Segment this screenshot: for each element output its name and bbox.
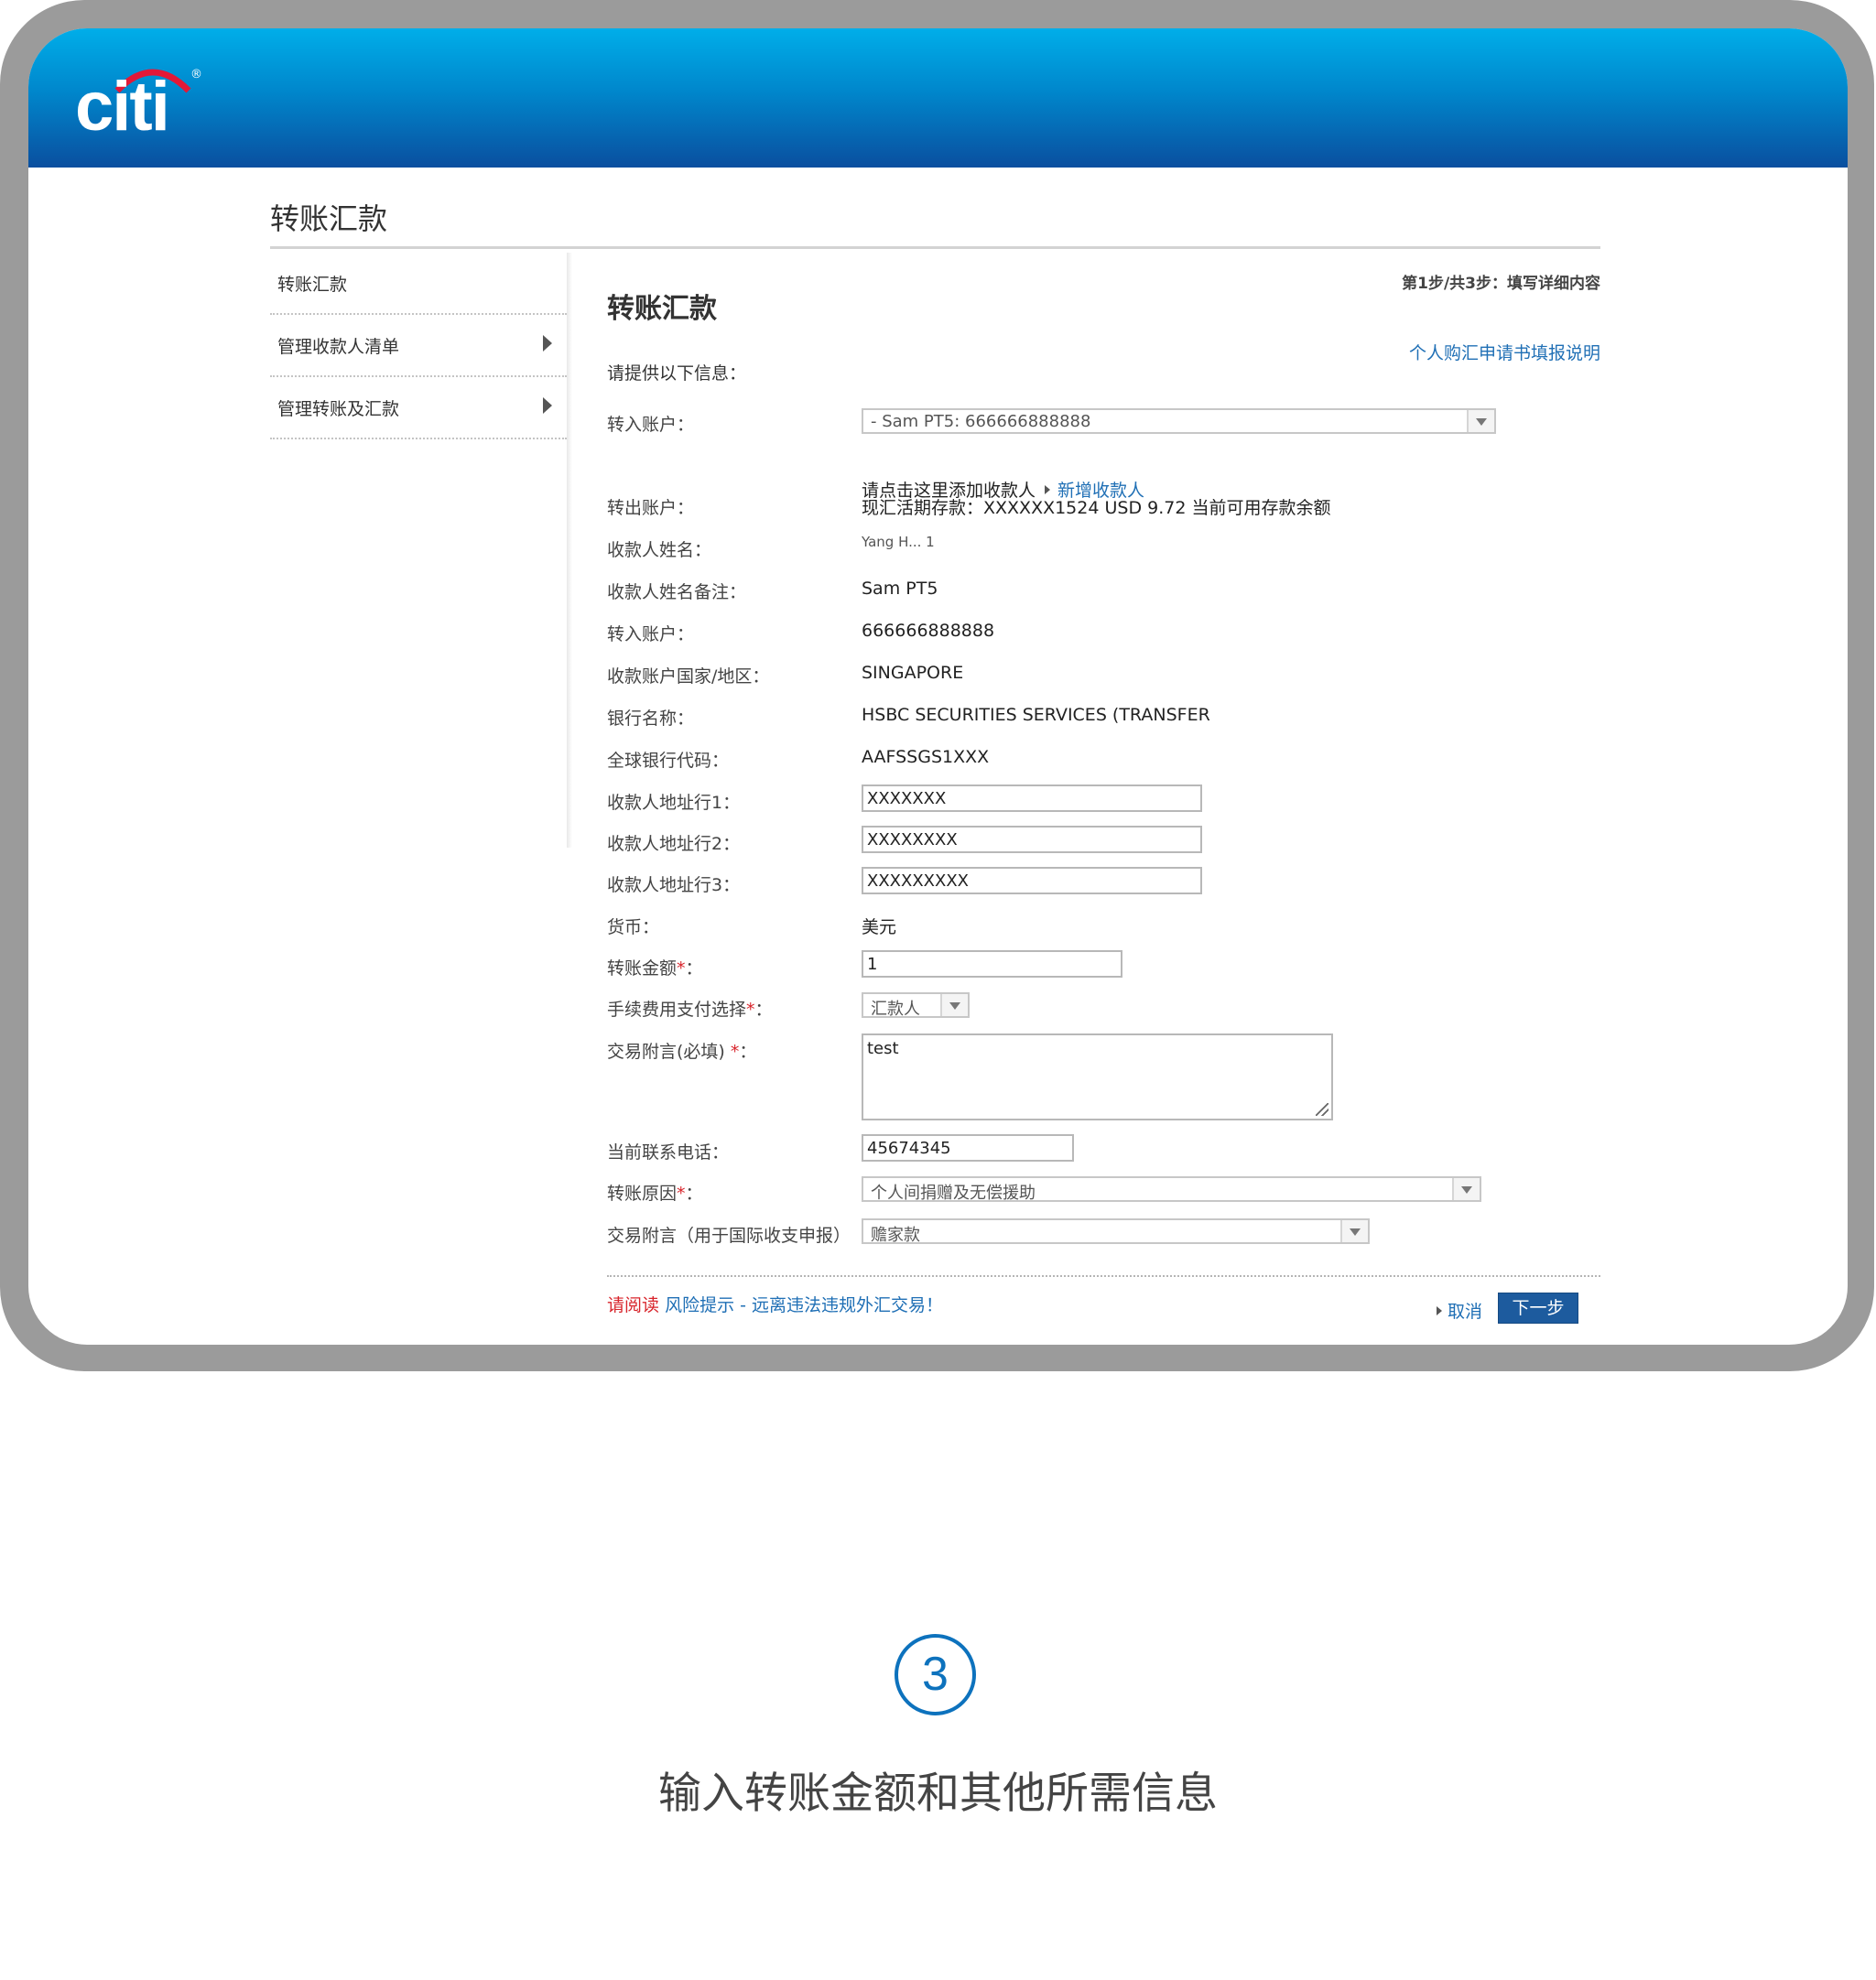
required-mark: * [746, 1000, 755, 1020]
chevron-right-icon [543, 397, 552, 414]
phone-input[interactable]: 45674345 [862, 1134, 1074, 1162]
citi-logo[interactable]: citi ® [75, 54, 203, 146]
input-value: XXXXXXXXX [867, 871, 969, 891]
sidebar-item-manage-payees[interactable]: 管理收款人清单 [270, 315, 567, 377]
swift-value: AAFSSGS1XXX [862, 747, 990, 767]
arrow-right-icon [1045, 485, 1051, 494]
bank-name-value: HSBC SECURITIES SERVICES (TRANSFER [862, 705, 1210, 725]
reason-label: 转账原因*： [607, 1180, 703, 1205]
address-line3-input[interactable]: XXXXXXXXX [862, 867, 1202, 894]
label-colon: ： [754, 1000, 773, 1020]
logo-registered-mark: ® [190, 68, 202, 81]
amount-input[interactable]: 1 [862, 950, 1122, 978]
logo-wordmark: citi [75, 68, 170, 146]
input-value: 1 [867, 955, 878, 974]
memo-textarea[interactable]: test [862, 1033, 1333, 1120]
next-step-button[interactable]: 下一步 [1498, 1293, 1578, 1324]
to-account-select[interactable]: - Sam PT5: 666666888888 [862, 408, 1496, 434]
step-indicator: 第1步/共3步：填写详细内容 [1402, 275, 1600, 293]
sidebar-item-label: 管理收款人清单 [277, 337, 400, 357]
address-line2-input[interactable]: XXXXXXXX [862, 826, 1202, 853]
title-divider [270, 246, 1600, 249]
column-divider [567, 253, 572, 848]
reason-select[interactable]: 个人间捐赠及无偿援助 [862, 1176, 1481, 1203]
step-number: 3 [922, 1648, 949, 1701]
step-caption: 输入转账金额和其他所需信息 [658, 1769, 1218, 1819]
to-account-number-value: 666666888888 [862, 621, 995, 641]
risk-notice: 请阅读 风险提示 - 远离违法违规外汇交易！ [607, 1292, 943, 1316]
reason-label-text: 转账原因 [607, 1184, 678, 1204]
browser-screen: citi ® 转账汇款 转账汇款 管理收款人清单 管理转账及汇款 转账汇款 第1… [28, 28, 1848, 1345]
sidebar-item-manage-transfers[interactable]: 管理转账及汇款 [270, 377, 567, 439]
address-line1-input[interactable]: XXXXXXX [862, 784, 1202, 812]
address-line2-label: 收款人地址行2： [607, 834, 741, 854]
to-account-label: 转入账户： [607, 415, 695, 435]
required-mark: * [677, 1184, 686, 1204]
form-footer-divider [607, 1275, 1600, 1277]
sidebar-item-label: 转账汇款 [277, 275, 348, 295]
currency-value: 美元 [862, 917, 897, 937]
country-value: SINGAPORE [862, 663, 964, 683]
chevron-down-icon[interactable] [1467, 410, 1494, 432]
phone-label: 当前联系电话： [607, 1142, 730, 1163]
input-value: XXXXXXXX [867, 830, 958, 849]
cancel-label: 取消 [1448, 1302, 1483, 1322]
chevron-down-icon[interactable] [1340, 1220, 1368, 1242]
risk-notice-prefix: 请阅读 [607, 1295, 660, 1315]
address-line3-label: 收款人地址行3： [607, 875, 741, 895]
payee-note-value: Sam PT5 [862, 579, 938, 599]
label-colon: ： [739, 1042, 757, 1062]
textarea-value: test [867, 1039, 899, 1058]
required-mark: * [730, 1042, 740, 1062]
payee-name-value: Yang H... 1 [862, 534, 935, 550]
guide-link[interactable]: 个人购汇申请书填报说明 [1409, 340, 1600, 364]
memo-label-text: 交易附言(必填) [607, 1042, 731, 1062]
bank-name-label: 银行名称： [607, 709, 695, 729]
amount-label: 转账金额*： [607, 955, 703, 979]
bop-memo-label: 交易附言（用于国际收支申报） [607, 1226, 851, 1246]
payee-name-label: 收款人姓名： [607, 540, 712, 560]
fee-option-select[interactable]: 汇款人 [862, 992, 970, 1019]
page-title: 转账汇款 [270, 201, 388, 236]
to-account-number-label: 转入账户： [607, 624, 695, 644]
input-value: 45674345 [867, 1139, 951, 1158]
fee-option-label-text: 手续费用支付选择 [607, 1000, 747, 1020]
risk-notice-link[interactable]: 风险提示 - 远离违法违规外汇交易！ [665, 1295, 943, 1315]
from-account-label: 转出账户： [607, 498, 695, 518]
chevron-down-icon[interactable] [1452, 1178, 1480, 1200]
currency-label: 货币： [607, 917, 660, 937]
required-mark: * [677, 958, 686, 979]
top-banner: citi ® [28, 28, 1848, 168]
bop-memo-select[interactable]: 赡家款 [862, 1218, 1370, 1245]
amount-label-text: 转账金额 [607, 958, 678, 979]
address-line1-label: 收款人地址行1： [607, 793, 741, 813]
memo-label: 交易附言(必填) *： [607, 1038, 756, 1063]
step-number-badge: 3 [895, 1634, 976, 1715]
input-value: XXXXXXX [867, 789, 947, 808]
sidebar: 转账汇款 管理收款人清单 管理转账及汇款 [270, 253, 567, 439]
select-value: 汇款人 [871, 1000, 920, 1019]
fee-option-label: 手续费用支付选择*： [607, 996, 773, 1021]
payee-note-label: 收款人姓名备注： [607, 582, 747, 602]
select-value: - Sam PT5: 666666888888 [871, 412, 1091, 431]
main-title: 转账汇款 [607, 293, 717, 325]
sidebar-item-transfer[interactable]: 转账汇款 [270, 253, 567, 315]
arrow-right-icon [1437, 1306, 1442, 1315]
intro-text: 请提供以下信息： [607, 363, 747, 384]
label-colon: ： [685, 958, 703, 979]
select-value: 赡家款 [871, 1226, 920, 1245]
country-label: 收款账户国家/地区： [607, 666, 770, 687]
cancel-link[interactable]: 取消 [1437, 1298, 1482, 1323]
chevron-right-icon [543, 335, 552, 352]
from-account-value: 现汇活期存款：XXXXXX1524 USD 9.72 当前可用存款余额 [862, 498, 1331, 518]
select-value: 个人间捐赠及无偿援助 [871, 1184, 1036, 1203]
chevron-down-icon[interactable] [940, 994, 968, 1016]
swift-label: 全球银行代码： [607, 751, 730, 771]
label-colon: ： [685, 1184, 703, 1204]
sidebar-item-label: 管理转账及汇款 [277, 399, 400, 419]
resize-handle-icon[interactable] [1316, 1103, 1328, 1116]
device-frame: citi ® 转账汇款 转账汇款 管理收款人清单 管理转账及汇款 转账汇款 第1… [0, 0, 1874, 1371]
